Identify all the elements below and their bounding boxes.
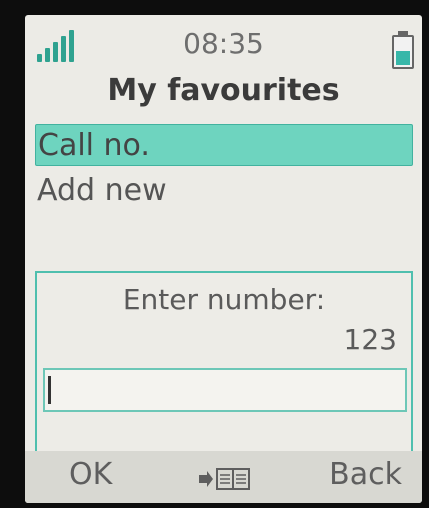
battery-icon	[392, 31, 414, 69]
dialog-label: Enter number:	[122, 283, 326, 316]
menu-item-add-new[interactable]: Add new	[35, 170, 413, 212]
status-time: 08:35	[183, 27, 264, 60]
phone-screen: 08:35 My favourites Call no. Add new Ent…	[25, 15, 422, 503]
phonebook-icon[interactable]	[195, 465, 255, 493]
page-title: My favourites	[107, 73, 340, 108]
text-cursor	[48, 376, 51, 404]
number-input-field[interactable]	[43, 368, 407, 412]
back-softkey[interactable]: Back	[329, 457, 402, 492]
dialog-value: 123	[343, 323, 397, 356]
phone-device: 08:35 My favourites Call no. Add new Ent…	[0, 0, 429, 508]
menu-item-call-no[interactable]: Call no.	[35, 124, 413, 166]
ok-softkey[interactable]: OK	[69, 457, 112, 492]
softkey-bar: OK Back	[25, 451, 422, 503]
enter-number-dialog: Enter number: 123	[35, 271, 413, 461]
